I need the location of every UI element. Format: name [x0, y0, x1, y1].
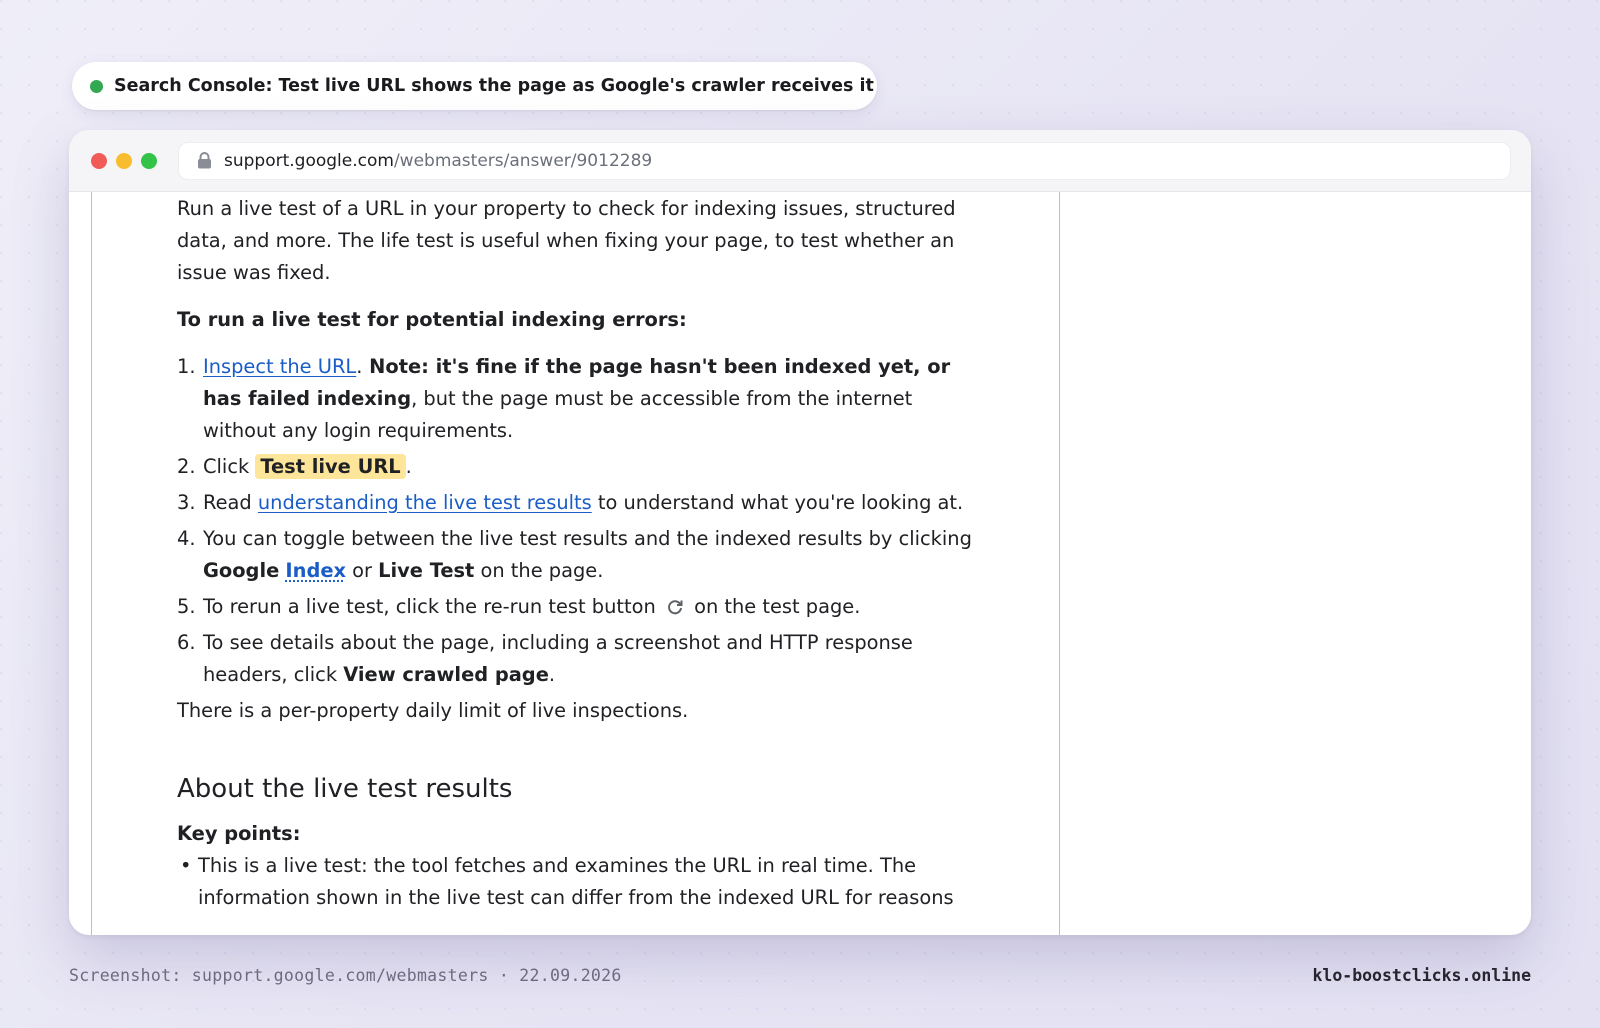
step-5: 5. To rerun a live test, click the re-ru… [177, 591, 977, 623]
bullet-text: This is a live test: the tool fetches an… [198, 854, 954, 909]
step-number: 1. [177, 355, 196, 378]
view-crawled-page-bold: View crawled page [343, 663, 549, 686]
understanding-results-link[interactable]: understanding the live test results [258, 491, 592, 514]
minimize-window-icon[interactable] [116, 152, 132, 169]
article-body: Run a live test of a URL in your propert… [177, 193, 977, 914]
step-text: Click [203, 455, 256, 478]
caption-pill: Search Console: Test live URL shows the … [72, 62, 877, 110]
maximize-window-icon[interactable] [141, 152, 157, 169]
url-domain: support.google.com [224, 150, 394, 171]
step-number: 2. [177, 455, 196, 478]
steps-list: 1. Inspect the URL. Note: it's fine if t… [177, 351, 977, 691]
step-text: . [548, 663, 556, 686]
footer-brand: klo-boostclicks.online [1312, 966, 1531, 985]
step-text: or [345, 559, 379, 582]
limit-note: There is a per-property daily limit of l… [177, 699, 689, 722]
browser-window: support.google.com/webmasters/answer/901… [69, 130, 1531, 935]
browser-titlebar: support.google.com/webmasters/answer/901… [69, 130, 1531, 192]
step-4: 4. You can toggle between the live test … [177, 523, 977, 587]
step-text: to understand what you're looking at. [591, 491, 964, 514]
key-points-label: Key points: [177, 822, 301, 845]
page-content: Run a live test of a URL in your propert… [69, 192, 1531, 935]
steps-subheading: To run a live test for potential indexin… [177, 308, 687, 331]
live-test-bold: Live Test [378, 559, 475, 582]
intro-paragraph: Run a live test of a URL in your propert… [177, 197, 956, 284]
step-number: 5. [177, 595, 196, 618]
step-1: 1. Inspect the URL. Note: it's fine if t… [177, 351, 977, 447]
step-2: 2. Click Test live URL. [177, 451, 977, 483]
step-text: You can toggle between the live test res… [203, 527, 972, 550]
step-number: 3. [177, 491, 196, 514]
left-divider [91, 192, 92, 935]
step-number: 4. [177, 527, 196, 550]
close-window-icon[interactable] [91, 152, 107, 169]
step-text: . [405, 455, 412, 478]
list-item: • This is a live test: the tool fetches … [177, 850, 977, 914]
step-number: 6. [177, 631, 196, 654]
step-text: Read [203, 491, 258, 514]
url-text: support.google.com/webmasters/answer/901… [224, 151, 652, 171]
google-bold: Google [203, 559, 280, 582]
section-heading: About the live test results [177, 774, 513, 804]
step-6: 6. To see details about the page, includ… [177, 627, 977, 691]
right-divider [1059, 192, 1060, 935]
caption-text: Search Console: Test live URL shows the … [114, 76, 874, 96]
step-text: on the test page. [694, 595, 861, 618]
address-bar[interactable]: support.google.com/webmasters/answer/901… [178, 141, 1511, 180]
status-dot-icon [90, 79, 103, 93]
step-text: To see details about the page, including… [203, 631, 913, 686]
step-text: on the page. [474, 559, 604, 582]
refresh-icon [667, 600, 683, 615]
test-live-url-highlight: Test live URL [255, 454, 406, 479]
step-3: 3. Read understanding the live test resu… [177, 487, 977, 519]
footer-source: Screenshot: support.google.com/webmaster… [69, 966, 622, 985]
url-path: /webmasters/answer/9012289 [393, 150, 653, 171]
index-link[interactable]: Index [285, 559, 346, 582]
lock-icon [198, 152, 211, 169]
step-text: To rerun a live test, click the re-run t… [203, 595, 656, 618]
key-points-list: • This is a live test: the tool fetches … [177, 850, 977, 914]
bullet-icon: • [180, 854, 192, 877]
inspect-url-link[interactable]: Inspect the URL [203, 355, 356, 378]
